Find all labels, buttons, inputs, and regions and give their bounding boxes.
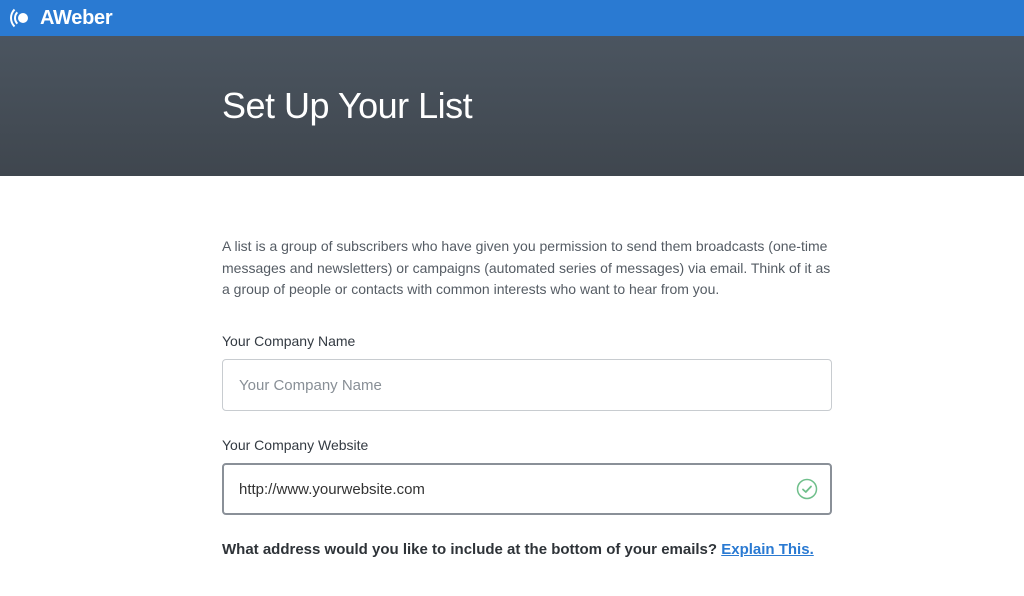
address-question-text: What address would you like to include a… — [222, 541, 721, 558]
topbar: AWeber — [0, 0, 1024, 36]
brand-logo[interactable]: AWeber — [10, 7, 112, 30]
main-content: A list is a group of subscribers who hav… — [222, 176, 832, 558]
page-title: Set Up Your List — [222, 85, 832, 127]
checkmark-circle-icon — [796, 478, 818, 500]
company-name-label: Your Company Name — [222, 333, 832, 349]
address-question-row: What address would you like to include a… — [222, 541, 832, 558]
company-website-label: Your Company Website — [222, 437, 832, 453]
company-name-input[interactable] — [222, 359, 832, 411]
brand-name: AWeber — [40, 7, 112, 30]
hero-banner: Set Up Your List — [0, 36, 1024, 176]
explain-this-link[interactable]: Explain This. — [721, 541, 814, 558]
intro-text: A list is a group of subscribers who hav… — [222, 236, 832, 301]
company-website-input[interactable] — [222, 463, 832, 515]
brand-icon — [10, 7, 36, 29]
